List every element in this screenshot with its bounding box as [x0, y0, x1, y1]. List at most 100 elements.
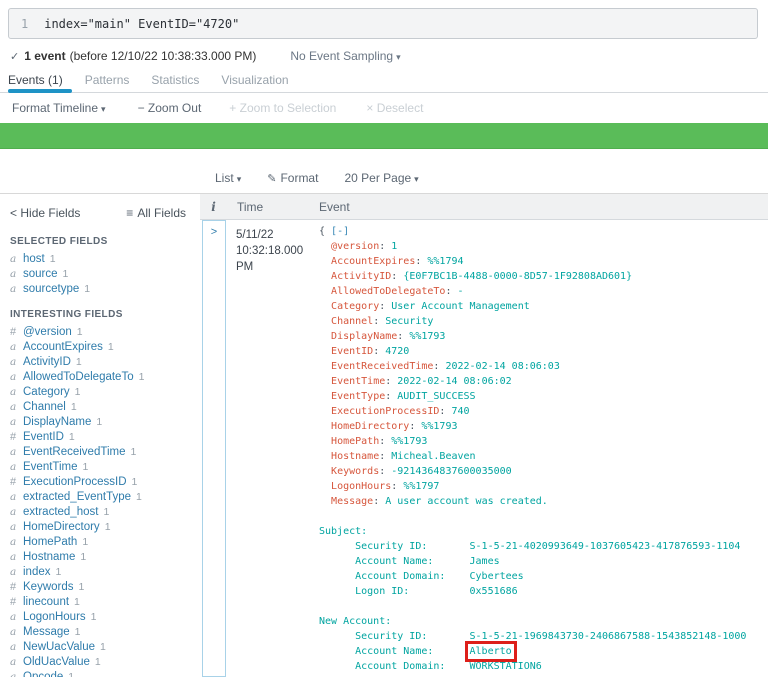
timeline-histogram-bar[interactable] — [0, 123, 768, 149]
tab-patterns[interactable]: Patterns — [74, 66, 141, 92]
field-link-logonhours[interactable]: LogonHours — [23, 611, 86, 623]
collapse-json-link[interactable]: [-] — [331, 226, 349, 237]
field-link-executionprocessid[interactable]: ExecutionProcessID — [23, 476, 127, 488]
json-value-displayname[interactable]: %%1793 — [409, 331, 445, 342]
json-value-eventtime[interactable]: 2022-02-14 08:06:02 — [397, 376, 511, 387]
expand-event-button[interactable]: > — [202, 220, 226, 677]
field-link-olduacvalue[interactable]: OldUacValue — [23, 656, 90, 668]
field-link-linecount[interactable]: linecount — [23, 596, 69, 608]
zoom-to-selection-button[interactable]: + Zoom to Selection — [229, 101, 336, 115]
time-column-header[interactable]: Time — [227, 200, 319, 214]
json-key-accountexpires[interactable]: AccountExpires — [331, 256, 415, 267]
tab-events-1[interactable]: Events (1) — [8, 66, 74, 92]
json-key-hostname[interactable]: Hostname — [331, 451, 379, 462]
json-key-eventtime[interactable]: EventTime — [331, 376, 385, 387]
json-key-activityid[interactable]: ActivityID — [331, 271, 391, 282]
json-key-eventtype[interactable]: EventType — [331, 391, 385, 402]
format-button[interactable]: ✎Format — [267, 171, 318, 185]
json-value-hostname[interactable]: Micheal.Beaven — [391, 451, 475, 462]
field-link-displayname[interactable]: DisplayName — [23, 416, 91, 428]
json-colon: : — [433, 361, 445, 372]
field-link-keywords[interactable]: Keywords — [23, 581, 74, 593]
json-value-executionprocessid[interactable]: 740 — [451, 406, 469, 417]
list-view-dropdown[interactable]: List▾ — [215, 171, 241, 185]
field-count: 1 — [82, 536, 88, 548]
json-open-brace: { — [319, 226, 331, 237]
json-key-category[interactable]: Category — [331, 301, 379, 312]
field-link-channel[interactable]: Channel — [23, 401, 66, 413]
json-key-message[interactable]: Message — [331, 496, 373, 507]
json-value-category[interactable]: User Account Management — [391, 301, 529, 312]
event-json-line: Hostname: Micheal.Beaven — [319, 449, 768, 464]
json-key-eventreceivedtime[interactable]: EventReceivedTime — [331, 361, 433, 372]
events-table-header: i Time Event — [200, 194, 768, 220]
format-timeline-button[interactable]: Format Timeline▾ — [12, 101, 106, 115]
field-link-eventtime[interactable]: EventTime — [23, 461, 78, 473]
json-value-channel[interactable]: Security — [385, 316, 433, 327]
field-link-eventid[interactable]: EventID — [23, 431, 64, 443]
field-link-allowedtodelegateto[interactable]: AllowedToDelegateTo — [23, 371, 134, 383]
field-row: aAccountExpires1 — [0, 340, 200, 355]
json-value-allowedtodelegateto[interactable]: - — [457, 286, 463, 297]
json-value-message[interactable]: A user account was created. — [385, 496, 548, 507]
string-field-icon: a — [10, 340, 23, 355]
per-page-dropdown[interactable]: 20 Per Page▾ — [344, 171, 418, 185]
search-input[interactable]: index="main" EventID="4720" — [44, 17, 239, 31]
field-row: #Keywords1 — [0, 580, 200, 595]
json-key-channel[interactable]: Channel — [331, 316, 373, 327]
field-link-extracted_eventtype[interactable]: extracted_EventType — [23, 491, 131, 503]
json-value-homepath[interactable]: %%1793 — [391, 436, 427, 447]
field-link-message[interactable]: Message — [23, 626, 70, 638]
json-value-logonhours[interactable]: %%1797 — [403, 481, 439, 492]
json-key-executionprocessid[interactable]: ExecutionProcessID — [331, 406, 439, 417]
json-value-eventtype[interactable]: AUDIT_SUCCESS — [397, 391, 475, 402]
field-link-category[interactable]: Category — [23, 386, 70, 398]
json-colon: : — [379, 241, 391, 252]
field-link-index[interactable]: index — [23, 566, 51, 578]
field-link-@version[interactable]: @version — [23, 326, 72, 338]
chevron-left-icon: < — [10, 206, 17, 220]
json-value-accountexpires[interactable]: %%1794 — [427, 256, 463, 267]
json-value-activityid[interactable]: {E0F7BC1B-4488-0000-8D57-1F92808AD601} — [403, 271, 632, 282]
json-key-homepath[interactable]: HomePath — [331, 436, 379, 447]
deselect-button[interactable]: × Deselect — [366, 101, 423, 115]
search-bar[interactable]: 1 index="main" EventID="4720" — [8, 8, 758, 39]
json-key-keywords[interactable]: Keywords — [331, 466, 379, 477]
json-key-displayname[interactable]: DisplayName — [331, 331, 397, 342]
json-value-homedirectory[interactable]: %%1793 — [421, 421, 457, 432]
json-key-eventid[interactable]: EventID — [331, 346, 373, 357]
field-link-host[interactable]: host — [23, 253, 45, 265]
json-indent — [319, 331, 331, 342]
field-link-source[interactable]: source — [23, 268, 58, 280]
field-link-homedirectory[interactable]: HomeDirectory — [23, 521, 100, 533]
all-fields-button[interactable]: ≡All Fields — [126, 206, 186, 220]
field-link-hostname[interactable]: Hostname — [23, 551, 75, 563]
json-value-eventreceivedtime[interactable]: 2022-02-14 08:06:03 — [445, 361, 559, 372]
json-value-eventid[interactable]: 4720 — [385, 346, 409, 357]
field-link-extracted_host[interactable]: extracted_host — [23, 506, 98, 518]
field-link-opcode[interactable]: Opcode — [23, 671, 63, 677]
json-value-@version[interactable]: 1 — [391, 241, 397, 252]
hide-fields-button[interactable]: < Hide Fields — [10, 206, 80, 220]
field-link-homepath[interactable]: HomePath — [23, 536, 77, 548]
event-sampling-dropdown[interactable]: No Event Sampling▾ — [290, 49, 400, 63]
field-count: 1 — [91, 611, 97, 623]
field-link-activityid[interactable]: ActivityID — [23, 356, 71, 368]
json-key-logonhours[interactable]: LogonHours — [331, 481, 391, 492]
json-value-keywords[interactable]: -9214364837600035000 — [391, 466, 511, 477]
zoom-out-button[interactable]: − Zoom Out — [138, 101, 202, 115]
json-key-homedirectory[interactable]: HomeDirectory — [331, 421, 409, 432]
tab-visualization[interactable]: Visualization — [210, 66, 299, 92]
event-json-line: New Account: — [319, 614, 768, 629]
field-link-accountexpires[interactable]: AccountExpires — [23, 341, 103, 353]
json-key-allowedtodelegateto[interactable]: AllowedToDelegateTo — [331, 286, 445, 297]
field-link-sourcetype[interactable]: sourcetype — [23, 283, 79, 295]
json-key-@version[interactable]: @version — [331, 241, 379, 252]
event-json-line: Channel: Security — [319, 314, 768, 329]
string-field-icon: a — [10, 655, 23, 670]
json-colon: : — [391, 271, 403, 282]
interesting-fields-list: #@version1aAccountExpires1aActivityID1aA… — [0, 325, 200, 677]
field-link-eventreceivedtime[interactable]: EventReceivedTime — [23, 446, 125, 458]
tab-statistics[interactable]: Statistics — [140, 66, 210, 92]
field-link-newuacvalue[interactable]: NewUacValue — [23, 641, 95, 653]
